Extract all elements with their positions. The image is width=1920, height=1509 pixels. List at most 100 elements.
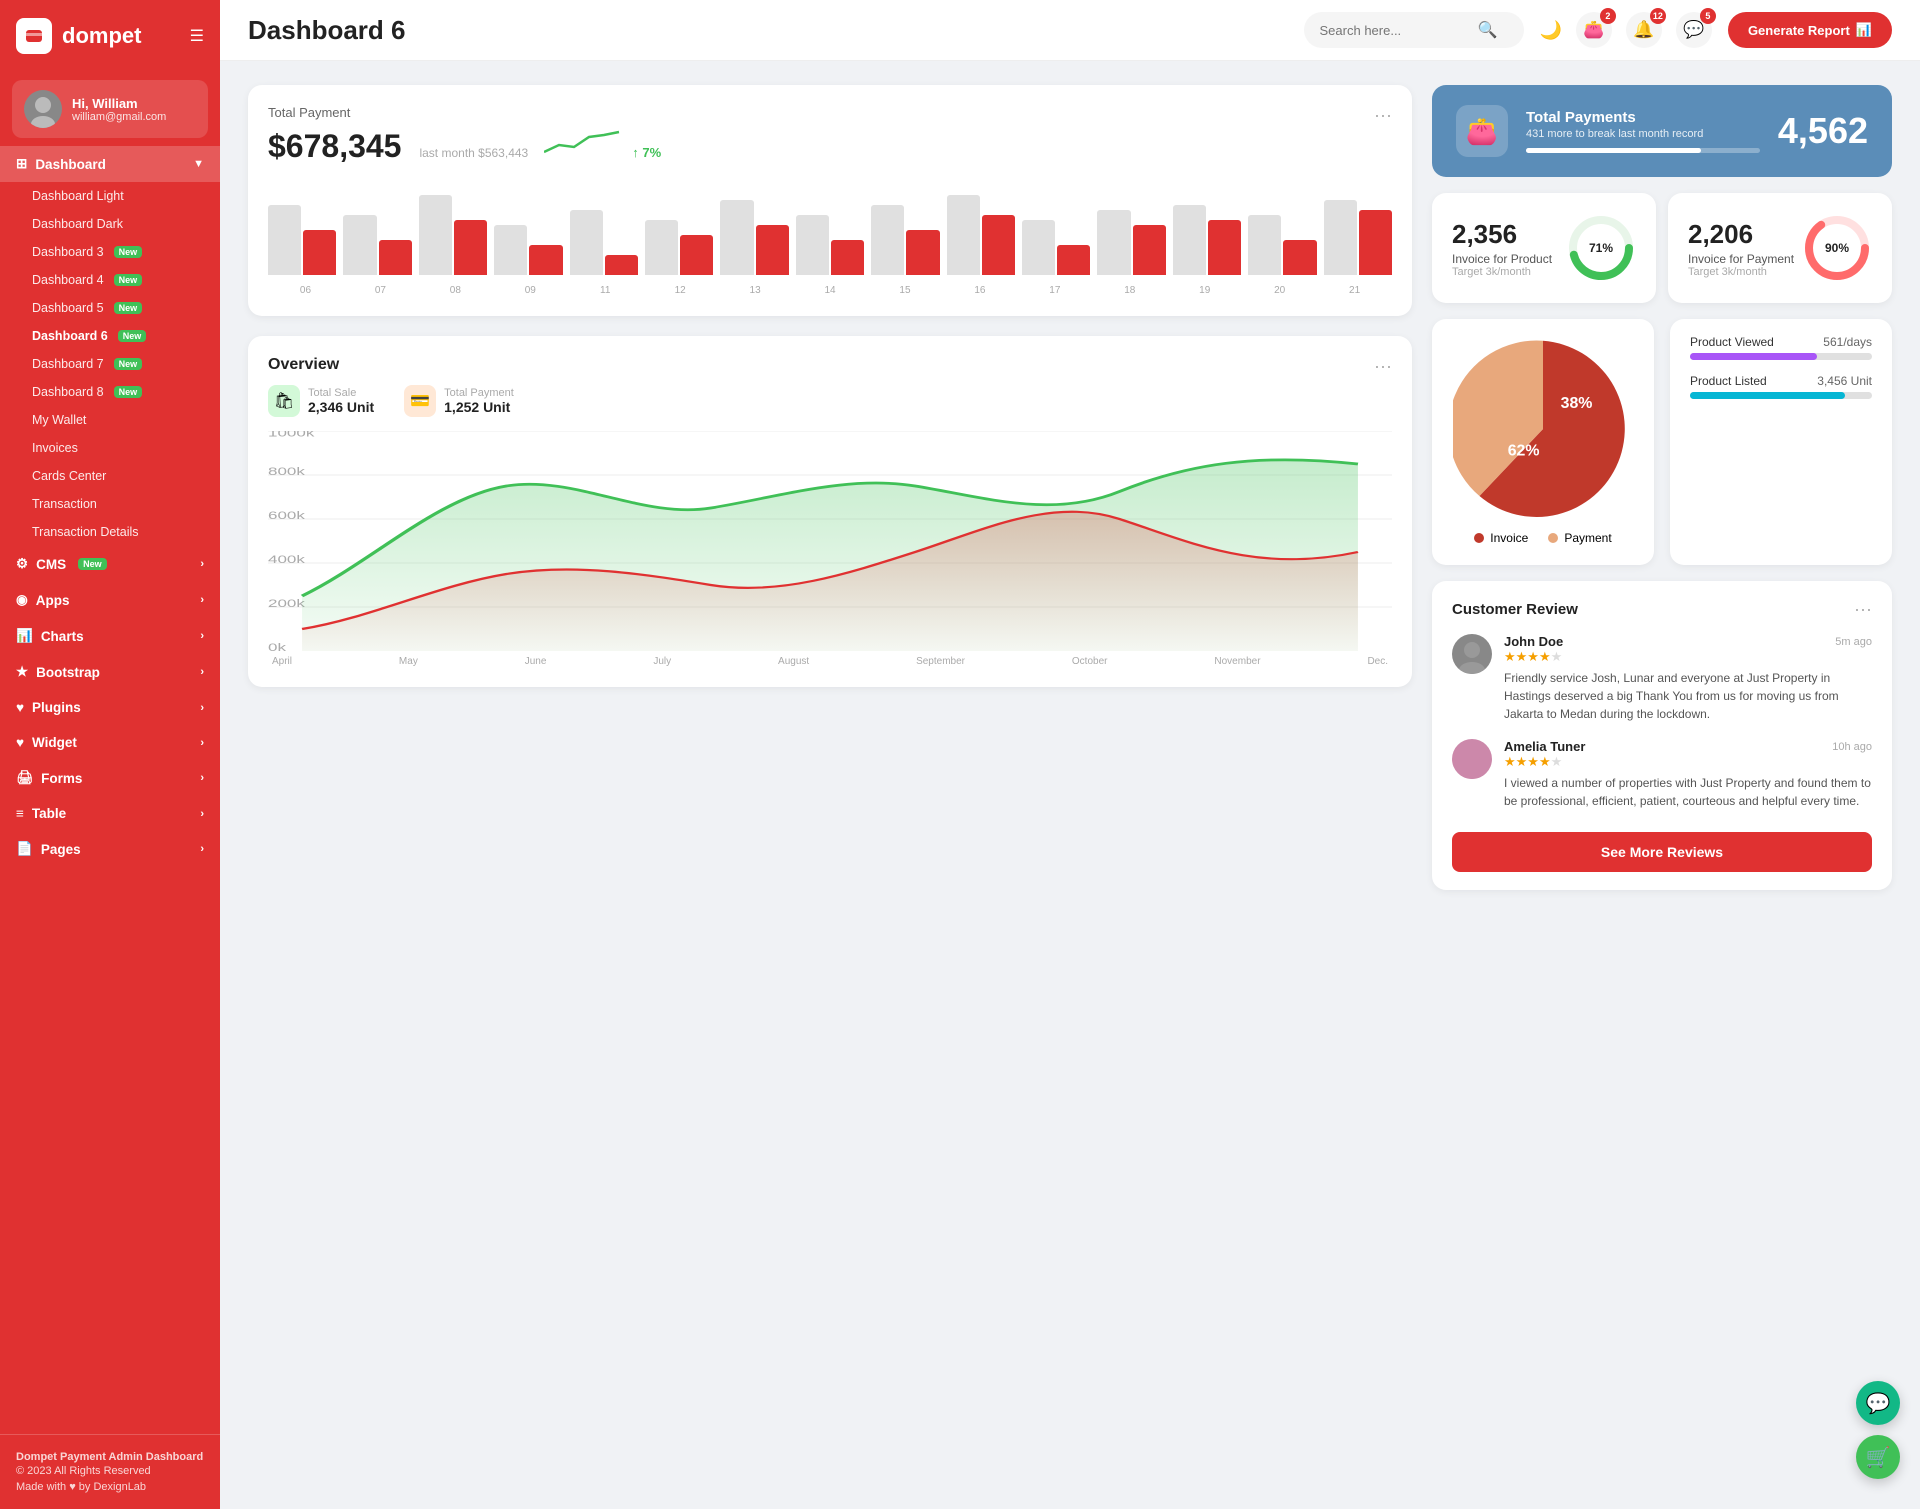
avatar: [24, 90, 62, 128]
hamburger-menu[interactable]: ☰: [190, 26, 204, 46]
search-bar[interactable]: 🔍: [1304, 12, 1524, 48]
cart-float-button[interactable]: 🛒: [1856, 1435, 1900, 1479]
donut-payment: 90%: [1802, 213, 1872, 283]
svg-text:38%: 38%: [1561, 395, 1593, 412]
dark-mode-icon[interactable]: 🌙: [1540, 20, 1562, 41]
forms-icon: 🖨: [16, 770, 33, 786]
bar-red: [1283, 240, 1316, 275]
message-button[interactable]: 💬 5: [1676, 12, 1712, 48]
bar-gray: [720, 200, 753, 275]
chevron-right-icon: ›: [200, 630, 204, 642]
product-listed-stat: Product Listed 3,456 Unit: [1690, 374, 1872, 399]
see-more-reviews-button[interactable]: See More Reviews: [1452, 832, 1872, 872]
donut-product-label: 71%: [1589, 241, 1613, 255]
pages-icon: 📄: [16, 841, 33, 857]
total-payment-title: Total Payment: [268, 105, 661, 120]
svg-text:62%: 62%: [1508, 442, 1540, 459]
sidebar-footer: Dompet Payment Admin Dashboard © 2023 Al…: [0, 1434, 220, 1509]
nav-table[interactable]: ≡ Table ›: [0, 796, 220, 831]
nav-plugins[interactable]: ♥ Plugins ›: [0, 690, 220, 725]
invoice-row: 2,356 Invoice for Product Target 3k/mont…: [1432, 193, 1892, 303]
tp-sub: 431 more to break last month record: [1526, 128, 1760, 140]
donut-payment-label: 90%: [1825, 241, 1849, 255]
generate-report-label: Generate Report: [1748, 23, 1850, 38]
sidebar-item-dashboard-4[interactable]: Dashboard 4 New: [0, 266, 220, 294]
bar-red: [1057, 245, 1090, 275]
badge-new: New: [78, 558, 107, 570]
footer-brand: Dompet Payment Admin Dashboard: [16, 1451, 204, 1463]
invoice-payment-target: Target 3k/month: [1688, 266, 1794, 278]
sidebar-item-dashboard-6[interactable]: Dashboard 6 New: [0, 322, 220, 350]
bar-group: [494, 225, 562, 275]
nav-cms[interactable]: ⚙ CMS New ›: [0, 546, 220, 582]
bell-button[interactable]: 🔔 12: [1626, 12, 1662, 48]
nav-widget[interactable]: ♥ Widget ›: [0, 725, 220, 760]
donut-product: 71%: [1566, 213, 1636, 283]
reviewer-time-2: 10h ago: [1832, 741, 1872, 753]
review-text-1: Friendly service Josh, Lunar and everyon…: [1504, 669, 1872, 723]
bar-red: [529, 245, 562, 275]
bar-group: [1097, 210, 1165, 275]
bar-group: [1022, 220, 1090, 275]
bar-gray: [419, 195, 452, 275]
table-icon: ≡: [16, 806, 24, 821]
sidebar-item-invoices[interactable]: Invoices: [0, 434, 220, 462]
search-input[interactable]: [1320, 23, 1470, 38]
sidebar-item-dashboard-8[interactable]: Dashboard 8 New: [0, 378, 220, 406]
product-listed-bar-fill: [1690, 392, 1845, 399]
bar-group: [343, 215, 411, 275]
dashboard-grid-icon: ⊞: [16, 156, 27, 172]
sidebar-item-dashboard-dark[interactable]: Dashboard Dark: [0, 210, 220, 238]
wallet-big-icon: 👛: [1456, 105, 1508, 157]
nav-apps[interactable]: ◉ Apps ›: [0, 582, 220, 618]
generate-report-button[interactable]: Generate Report 📊: [1728, 12, 1892, 48]
support-icon: 💬: [1866, 1391, 1891, 1416]
nav-charts[interactable]: 📊 Charts ›: [0, 618, 220, 654]
more-options-button[interactable]: ···: [1374, 105, 1392, 126]
review-more-button[interactable]: ···: [1854, 599, 1872, 620]
chevron-right-icon: ›: [200, 702, 204, 714]
sidebar-item-dashboard-3[interactable]: Dashboard 3 New: [0, 238, 220, 266]
sidebar-item-transaction-details[interactable]: Transaction Details: [0, 518, 220, 546]
nav-pages[interactable]: 📄 Pages ›: [0, 831, 220, 867]
chart-x-labels: April May June July August September Oct…: [268, 656, 1392, 667]
sidebar-item-my-wallet[interactable]: My Wallet: [0, 406, 220, 434]
sidebar-item-cards-center[interactable]: Cards Center: [0, 462, 220, 490]
bar-gray: [1248, 215, 1281, 275]
total-payment-value: 1,252 Unit: [444, 399, 514, 415]
sidebar-item-dashboard-7[interactable]: Dashboard 7 New: [0, 350, 220, 378]
badge-new: New: [114, 386, 143, 398]
sidebar-item-transaction[interactable]: Transaction: [0, 490, 220, 518]
overview-legend: 🛍 Total Sale 2,346 Unit 💳 Total Payment …: [268, 385, 1392, 417]
bar-chart-container: 060708091112131415161718192021: [268, 179, 1392, 296]
product-viewed-stat: Product Viewed 561/days: [1690, 335, 1872, 360]
bar-gray: [871, 205, 904, 275]
bar-group: [268, 205, 336, 275]
wallet-button[interactable]: 👛 2: [1576, 12, 1612, 48]
legend-total-payment: 💳 Total Payment 1,252 Unit: [404, 385, 514, 417]
support-float-button[interactable]: 💬: [1856, 1381, 1900, 1425]
sidebar-item-dashboard-5[interactable]: Dashboard 5 New: [0, 294, 220, 322]
tp-progress-bar: [1526, 148, 1760, 153]
chevron-right-icon: ›: [200, 558, 204, 570]
header: Dashboard 6 🔍 🌙 👛 2 🔔 12 💬 5 Generate Re…: [220, 0, 1920, 61]
page-title: Dashboard 6: [248, 15, 1288, 46]
bar-group: [1324, 200, 1392, 275]
nav-bootstrap[interactable]: ★ Bootstrap ›: [0, 654, 220, 690]
nav-forms[interactable]: 🖨 Forms ›: [0, 760, 220, 796]
bar-gray: [570, 210, 603, 275]
user-email: william@gmail.com: [72, 111, 166, 123]
payment-change: ↑ 7%: [632, 145, 661, 160]
widget-icon: ♥: [16, 735, 24, 750]
overview-title: Overview: [268, 356, 339, 374]
bell-icon: 🔔: [1633, 20, 1654, 40]
svg-text:800k: 800k: [268, 466, 306, 478]
invoice-product-card: 2,356 Invoice for Product Target 3k/mont…: [1432, 193, 1656, 303]
pie-stats-row: 62% 38% Invoice Payment: [1432, 319, 1892, 565]
sidebar-item-dashboard-light[interactable]: Dashboard Light: [0, 182, 220, 210]
nav-dashboard-group[interactable]: ⊞ Dashboard ▼: [0, 146, 220, 182]
bar-gray: [796, 215, 829, 275]
overview-more-button[interactable]: ···: [1374, 356, 1392, 377]
bar-group: [570, 210, 638, 275]
reviewer-avatar-2: [1452, 739, 1492, 779]
